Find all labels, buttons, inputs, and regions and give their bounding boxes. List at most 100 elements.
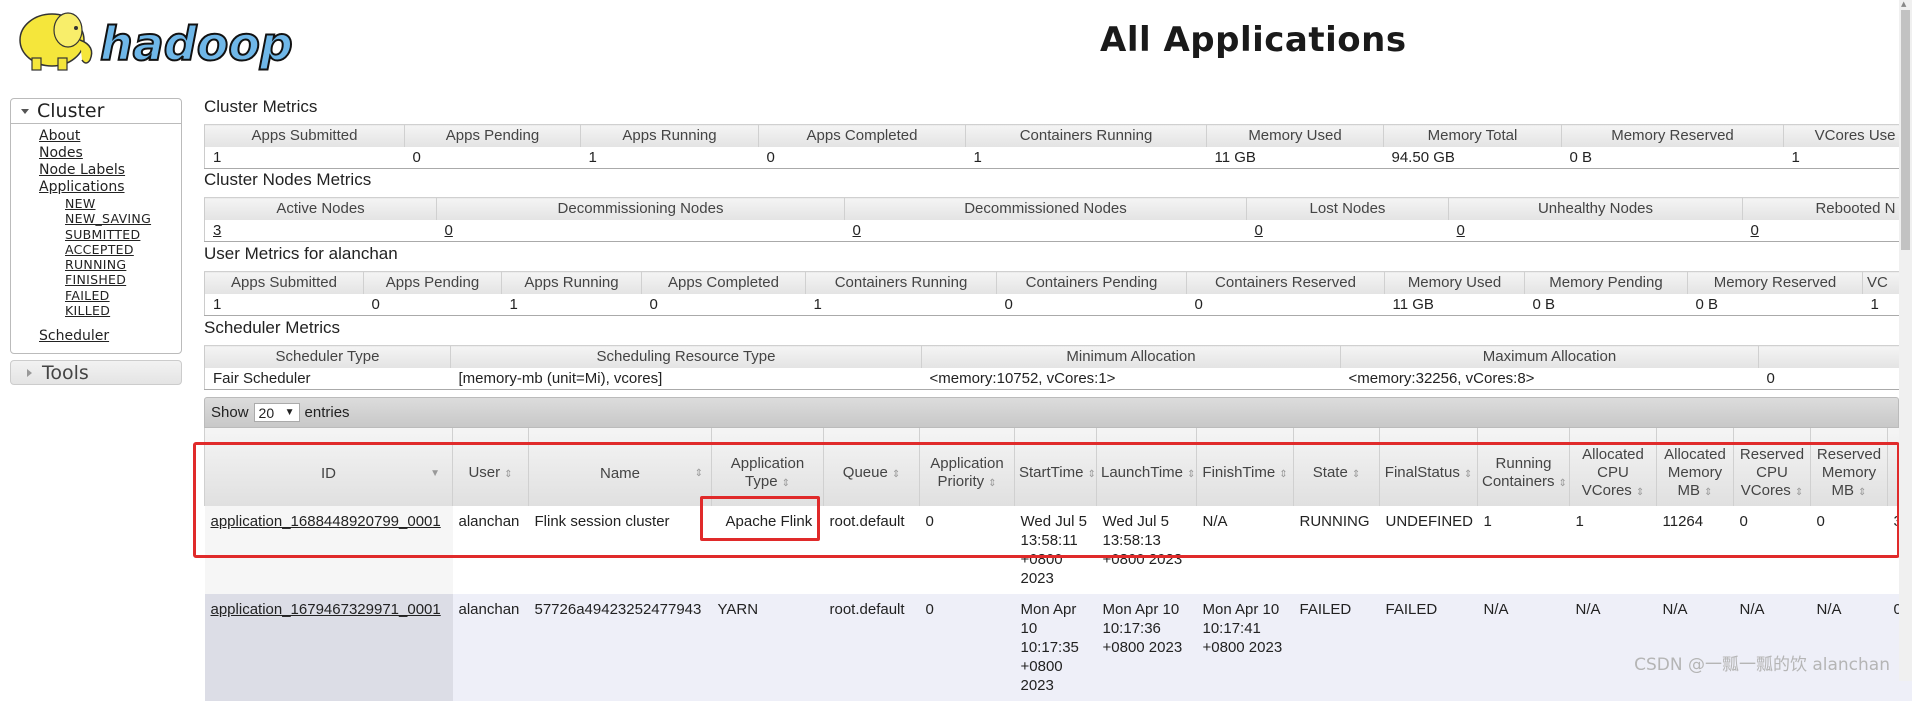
- sort-header-launch-time[interactable]: LaunchTime⇕: [1097, 428, 1197, 506]
- metric-value: 11 GB: [1207, 147, 1384, 169]
- sort-header-id[interactable]: ID▼: [205, 428, 453, 506]
- unhealthy-nodes-link[interactable]: 0: [1457, 222, 1465, 239]
- metric-value: 0: [997, 294, 1187, 316]
- sidebar-link-running[interactable]: RUNNING: [65, 257, 181, 272]
- col-header: Apps Running: [581, 125, 759, 147]
- sidebar-link-new-saving[interactable]: NEW_SAVING: [65, 211, 181, 226]
- metric-value: 11 GB: [1385, 294, 1525, 316]
- sidebar-link-killed[interactable]: KILLED: [65, 303, 181, 318]
- sidebar-link-about[interactable]: About: [39, 128, 181, 145]
- col-header: Memory Reserved: [1688, 272, 1863, 294]
- cluster-toggle[interactable]: Cluster: [11, 99, 181, 124]
- metric-value: 1: [581, 147, 759, 169]
- page-size-select[interactable]: 20 ▼: [254, 403, 300, 422]
- decommissioned-nodes-link[interactable]: 0: [853, 222, 861, 239]
- cell-finish-time: N/A: [1197, 506, 1294, 594]
- col-header: Apps Pending: [405, 125, 581, 147]
- col-header: Apps Pending: [364, 272, 502, 294]
- sort-icon: ⇕: [988, 478, 996, 489]
- cell-reserved-memory: N/A: [1811, 594, 1888, 701]
- cell-name: Flink session cluster: [529, 506, 712, 594]
- cell-launch-time: Wed Jul 5 13:58:13 +0800 2023: [1097, 506, 1197, 594]
- app-id-link[interactable]: application_1679467329971_0001: [211, 601, 441, 618]
- cell-reserved-vcores: N/A: [1734, 594, 1811, 701]
- sidebar-link-applications[interactable]: Applications: [39, 179, 181, 196]
- cell-state: FAILED: [1294, 594, 1380, 701]
- metric-value: 0: [1187, 294, 1385, 316]
- rebooted-nodes-link[interactable]: 0: [1751, 222, 1759, 239]
- cell-alloc-vcores: N/A: [1570, 594, 1657, 701]
- sort-header-app-type[interactable]: Application Type⇕: [712, 428, 824, 506]
- cluster-nodes-metrics-table: Active Nodes Decommissioning Nodes Decom…: [204, 197, 1900, 242]
- table-length-bar: Show 20 ▼ entries: [204, 397, 1899, 428]
- metric-value: 0: [364, 294, 502, 316]
- scrollbar-thumb[interactable]: [1901, 10, 1910, 250]
- sidebar-link-submitted[interactable]: SUBMITTED: [65, 227, 181, 242]
- sidebar-link-node-labels[interactable]: Node Labels: [39, 162, 181, 179]
- scroll-up-icon[interactable]: ▲: [1901, 0, 1906, 8]
- sort-header-reserved-memory[interactable]: Reserved Memory MB⇕: [1811, 428, 1888, 506]
- sidebar: Cluster About Nodes Node Labels Applicat…: [10, 98, 182, 385]
- sidebar-link-failed[interactable]: FAILED: [65, 288, 181, 303]
- app-id-link[interactable]: application_1688448920799_0001: [211, 513, 441, 530]
- metric-value: 94.50 GB: [1384, 147, 1562, 169]
- sort-header-finish-time[interactable]: FinishTime⇕: [1197, 428, 1294, 506]
- col-header: Maximum Allocation: [1341, 346, 1759, 368]
- sort-header-state[interactable]: State⇕: [1294, 428, 1380, 506]
- vertical-scrollbar[interactable]: ▲: [1899, 0, 1912, 681]
- show-label: Show: [211, 404, 249, 421]
- lost-nodes-link[interactable]: 0: [1255, 222, 1263, 239]
- col-header: Containers Reserved: [1187, 272, 1385, 294]
- cell-start-time: Mon Apr 10 10:17:35 +0800 2023: [1015, 594, 1097, 701]
- sidebar-link-accepted[interactable]: ACCEPTED: [65, 242, 181, 257]
- sort-header-priority[interactable]: Application Priority⇕: [920, 428, 1015, 506]
- metric-value: 1: [205, 147, 405, 169]
- col-header: Apps Completed: [642, 272, 806, 294]
- col-header: Scheduling Resource Type: [451, 346, 922, 368]
- col-header: Memory Pending: [1525, 272, 1688, 294]
- sidebar-link-new[interactable]: NEW: [65, 196, 181, 211]
- active-nodes-link[interactable]: 3: [213, 222, 221, 239]
- sort-icon: ⇕: [892, 469, 900, 480]
- col-header: Decommissioned Nodes: [845, 198, 1247, 220]
- sort-header-reserved-vcores[interactable]: Reserved CPU VCores⇕: [1734, 428, 1811, 506]
- cell-app-type: YARN: [712, 594, 824, 701]
- sidebar-link-finished[interactable]: FINISHED: [65, 272, 181, 287]
- sidebar-link-nodes[interactable]: Nodes: [39, 145, 181, 162]
- sort-icon: ⇕: [1636, 487, 1644, 498]
- scheduler-type-value: Fair Scheduler: [205, 368, 451, 390]
- sidebar-link-scheduler[interactable]: Scheduler: [39, 328, 181, 345]
- cell-priority: 0: [920, 506, 1015, 594]
- cell-reserved-memory: 0: [1811, 506, 1888, 594]
- sort-icon: ⇕: [504, 469, 512, 480]
- scheduler-metrics-table: Scheduler Type Scheduling Resource Type …: [204, 345, 1900, 390]
- col-header: Rebooted N: [1743, 198, 1900, 220]
- cell-start-time: Wed Jul 5 13:58:11 +0800 2023: [1015, 506, 1097, 594]
- sort-header-queue[interactable]: Queue⇕: [824, 428, 920, 506]
- sort-header-alloc-memory[interactable]: Allocated Memory MB⇕: [1657, 428, 1734, 506]
- sort-header-name[interactable]: Name⇕: [529, 428, 712, 506]
- cell-running-containers: 1: [1478, 506, 1570, 594]
- sort-header-final-status[interactable]: FinalStatus⇕: [1380, 428, 1478, 506]
- tools-toggle[interactable]: Tools: [10, 360, 182, 385]
- sort-icon: ⇕: [1795, 487, 1803, 498]
- max-allocation-value: <memory:32256, vCores:8>: [1341, 368, 1759, 390]
- metric-value: 1: [1784, 147, 1900, 169]
- col-header: Memory Used: [1385, 272, 1525, 294]
- sort-header-user[interactable]: User⇕: [453, 428, 529, 506]
- caret-down-icon: [21, 109, 29, 114]
- sort-icon: ⇕: [1352, 469, 1360, 480]
- sort-header-start-time[interactable]: StartTime⇕: [1015, 428, 1097, 506]
- col-header: Containers Pending: [997, 272, 1187, 294]
- cell-final-status: FAILED: [1380, 594, 1478, 701]
- col-header: Containers Running: [966, 125, 1207, 147]
- col-header: Memory Total: [1384, 125, 1562, 147]
- hadoop-logo[interactable]: hadoop: [10, 2, 310, 74]
- sort-icon: ⇕: [1087, 469, 1095, 480]
- sort-header-alloc-vcores[interactable]: Allocated CPU VCores⇕: [1570, 428, 1657, 506]
- sort-header-running-containers[interactable]: Running Containers⇕: [1478, 428, 1570, 506]
- col-header: Active Nodes: [205, 198, 437, 220]
- col-header: Minimum Allocation: [922, 346, 1341, 368]
- cluster-metrics-table: Apps Submitted Apps Pending Apps Running…: [204, 124, 1900, 169]
- decommissioning-nodes-link[interactable]: 0: [445, 222, 453, 239]
